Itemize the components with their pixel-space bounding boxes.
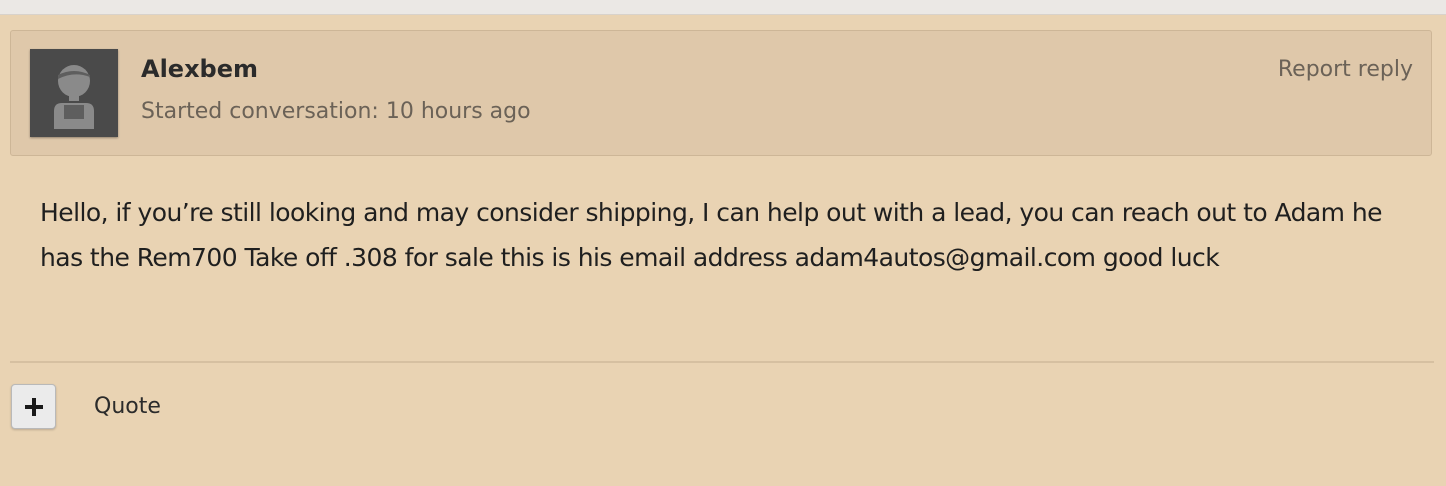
top-edge-strip <box>0 0 1446 15</box>
post-divider <box>10 361 1434 363</box>
author-name[interactable]: Alexbem <box>141 55 258 83</box>
quote-button[interactable]: Quote <box>94 394 161 419</box>
avatar[interactable] <box>30 49 118 137</box>
post-header: Alexbem Started conversation: 10 hours a… <box>10 30 1432 156</box>
default-user-avatar-icon <box>30 49 118 137</box>
expand-button[interactable] <box>11 384 56 429</box>
report-reply-link[interactable]: Report reply <box>1278 57 1413 82</box>
post-body-text: Hello, if you’re still looking and may c… <box>40 198 1383 272</box>
plus-icon <box>25 398 43 416</box>
conversation-start-time: Started conversation: 10 hours ago <box>141 99 531 124</box>
